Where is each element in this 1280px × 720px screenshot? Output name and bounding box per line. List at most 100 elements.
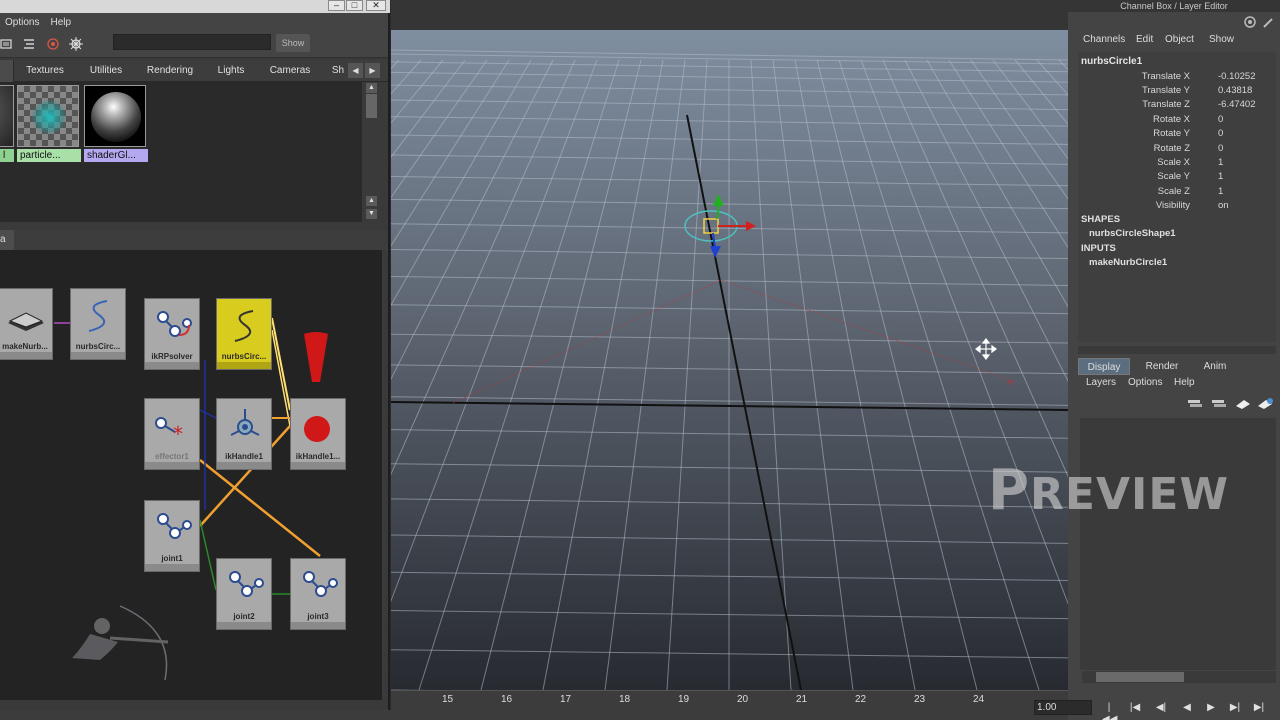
tab-utilities[interactable]: Utilities	[81, 60, 131, 82]
tab-rendering[interactable]: Rendering	[141, 60, 199, 82]
scroll-up-icon[interactable]: ▲	[366, 196, 377, 206]
scroll-up-icon[interactable]: ▲	[366, 83, 377, 93]
node-nurbsCircle-selected[interactable]: nurbsCirc...	[216, 298, 272, 370]
node-joint3[interactable]: joint3	[290, 558, 346, 630]
attr-translate-x[interactable]: Translate X -0.10252	[1080, 70, 1258, 83]
graph-layout-icon[interactable]	[0, 36, 16, 52]
play-backward-icon[interactable]: ◀	[1180, 702, 1194, 714]
tab-scroll-right-icon[interactable]: ▶	[365, 63, 380, 78]
attr-visibility[interactable]: Visibility on	[1080, 199, 1258, 212]
current-frame-field[interactable]: 1.00	[1034, 700, 1092, 715]
curve-icon	[234, 310, 254, 342]
maximize-button[interactable]: □	[346, 0, 363, 11]
swatch-label: shaderGl...	[84, 149, 148, 162]
add-layer-icon[interactable]	[1258, 398, 1273, 409]
attr-rotate-x[interactable]: Rotate X0	[1080, 113, 1258, 126]
node-ikRPsolver[interactable]: ikRPsolver	[144, 298, 200, 370]
attr-rotate-y[interactable]: Rotate Y0	[1080, 127, 1258, 140]
close-button[interactable]: ✕	[366, 0, 386, 11]
pane-divider[interactable]	[0, 222, 388, 228]
step-back-frame-icon[interactable]: ◀|	[1154, 702, 1168, 714]
channel-box-menubar: Channels Edit Object Show	[1076, 34, 1280, 50]
viewport-3d[interactable]: +	[391, 0, 1068, 690]
minimize-button[interactable]: –	[328, 0, 345, 11]
hypershade-tabs: Textures Utilities Rendering Lights Came…	[0, 60, 388, 82]
tab-scroll-left-icon[interactable]: ◀	[348, 63, 363, 78]
play-forward-icon[interactable]: ▶	[1204, 702, 1218, 714]
joint-icon	[303, 571, 338, 597]
shapes-header: SHAPES	[1081, 214, 1121, 225]
swatch-label: l	[0, 149, 14, 162]
tab-anim[interactable]: Anim	[1194, 358, 1236, 375]
graph-list-icon[interactable]	[21, 36, 37, 52]
preview-watermark: PREVIEW	[988, 458, 1229, 523]
menu-layers[interactable]: Layers	[1086, 377, 1116, 388]
new-layer-icon[interactable]	[1212, 400, 1226, 407]
attr-scale-x[interactable]: Scale X1	[1080, 156, 1258, 169]
particle-swatch[interactable]	[17, 85, 79, 147]
node-graph[interactable]: makeNurb... nurbsCirc... ikRPsolver nurb…	[0, 250, 382, 700]
settings-icon[interactable]	[68, 36, 84, 52]
attr-translate-z[interactable]: Translate Z -6.47402	[1080, 98, 1258, 111]
menu-edit[interactable]: Edit	[1136, 34, 1153, 45]
selected-object-name[interactable]: nurbsCircle1	[1081, 56, 1142, 67]
menu-show[interactable]: Show	[1209, 34, 1234, 45]
search-input[interactable]	[113, 34, 271, 50]
time-slider[interactable]: 15 16 17 18 19 20 21 22 23 24	[391, 690, 1068, 720]
material-swatch[interactable]	[0, 85, 14, 147]
tab-lights[interactable]: Lights	[209, 60, 253, 82]
step-back-key-icon[interactable]: |◀	[1128, 702, 1142, 714]
timeline-left-area	[0, 710, 391, 720]
layer-list-scrollbar[interactable]	[1082, 671, 1276, 683]
menu-object[interactable]: Object	[1165, 34, 1194, 45]
tab-display[interactable]: Display	[1078, 358, 1130, 375]
shader-swatch[interactable]	[84, 85, 146, 147]
panel-divider[interactable]	[1078, 346, 1276, 354]
attr-translate-y[interactable]: Translate Y 0.43818	[1080, 84, 1258, 97]
step-forward-key-icon[interactable]: ▶|	[1252, 702, 1266, 714]
node-joint2[interactable]: joint2	[216, 558, 272, 630]
node-joint1[interactable]: joint1	[144, 500, 200, 572]
layers-icon[interactable]	[1188, 400, 1202, 407]
menu-options[interactable]: Options	[1128, 377, 1162, 388]
attr-scale-y[interactable]: Scale Y1	[1080, 170, 1258, 183]
attr-scale-z[interactable]: Scale Z1	[1080, 185, 1258, 198]
tab-cameras[interactable]: Cameras	[263, 60, 317, 82]
warning-exclamation-icon	[304, 332, 328, 382]
shape-node[interactable]: nurbsCircleShape1	[1089, 228, 1176, 239]
layer-tools	[1188, 398, 1273, 409]
node-ikHandle1-error[interactable]: ikHandle1...	[290, 398, 346, 470]
tab-textures[interactable]: Textures	[19, 60, 71, 82]
step-forward-frame-icon[interactable]: ▶|	[1228, 702, 1242, 714]
render-node-icon[interactable]	[45, 36, 61, 52]
frame-number: 22	[855, 694, 867, 705]
attr-rotate-z[interactable]: Rotate Z0	[1080, 142, 1258, 155]
scroll-thumb[interactable]	[1096, 672, 1184, 682]
hypershade-menubar: Options Help	[0, 13, 388, 31]
menu-channels[interactable]: Channels	[1083, 34, 1125, 45]
swatch-scrollbar[interactable]: ▲ ▲ ▼	[364, 82, 379, 222]
input-node[interactable]: makeNurbCircle1	[1089, 257, 1167, 268]
go-to-start-icon[interactable]: |◀◀	[1102, 702, 1117, 720]
perspective-scene: +	[391, 30, 1068, 690]
layer-editor-tabs: Display Render Anim	[1078, 358, 1278, 376]
archer-logo	[72, 605, 169, 681]
menu-help[interactable]: Help	[45, 17, 77, 28]
show-button[interactable]: Show	[276, 34, 310, 52]
ik-handle-icon	[230, 409, 260, 436]
tab-shading[interactable]: Sh	[327, 60, 349, 82]
menu-options[interactable]: Options	[0, 17, 45, 28]
tab-partial[interactable]	[0, 60, 14, 82]
channel-box-icons	[1244, 16, 1273, 28]
tab-render[interactable]: Render	[1136, 358, 1188, 375]
node-ikHandle1[interactable]: ikHandle1	[216, 398, 272, 470]
node-nurbsCircle[interactable]: nurbsCirc...	[70, 288, 126, 360]
new-layer-selected-icon[interactable]	[1236, 400, 1250, 409]
work-area-tab[interactable]: a	[0, 230, 14, 250]
menu-help[interactable]: Help	[1174, 377, 1195, 388]
scroll-thumb[interactable]	[366, 94, 377, 118]
layer-list[interactable]	[1080, 418, 1276, 670]
node-effector1[interactable]: * effector1	[144, 398, 200, 470]
node-makeNurbCircle[interactable]: makeNurb...	[0, 288, 53, 360]
scroll-down-icon[interactable]: ▼	[366, 209, 377, 219]
